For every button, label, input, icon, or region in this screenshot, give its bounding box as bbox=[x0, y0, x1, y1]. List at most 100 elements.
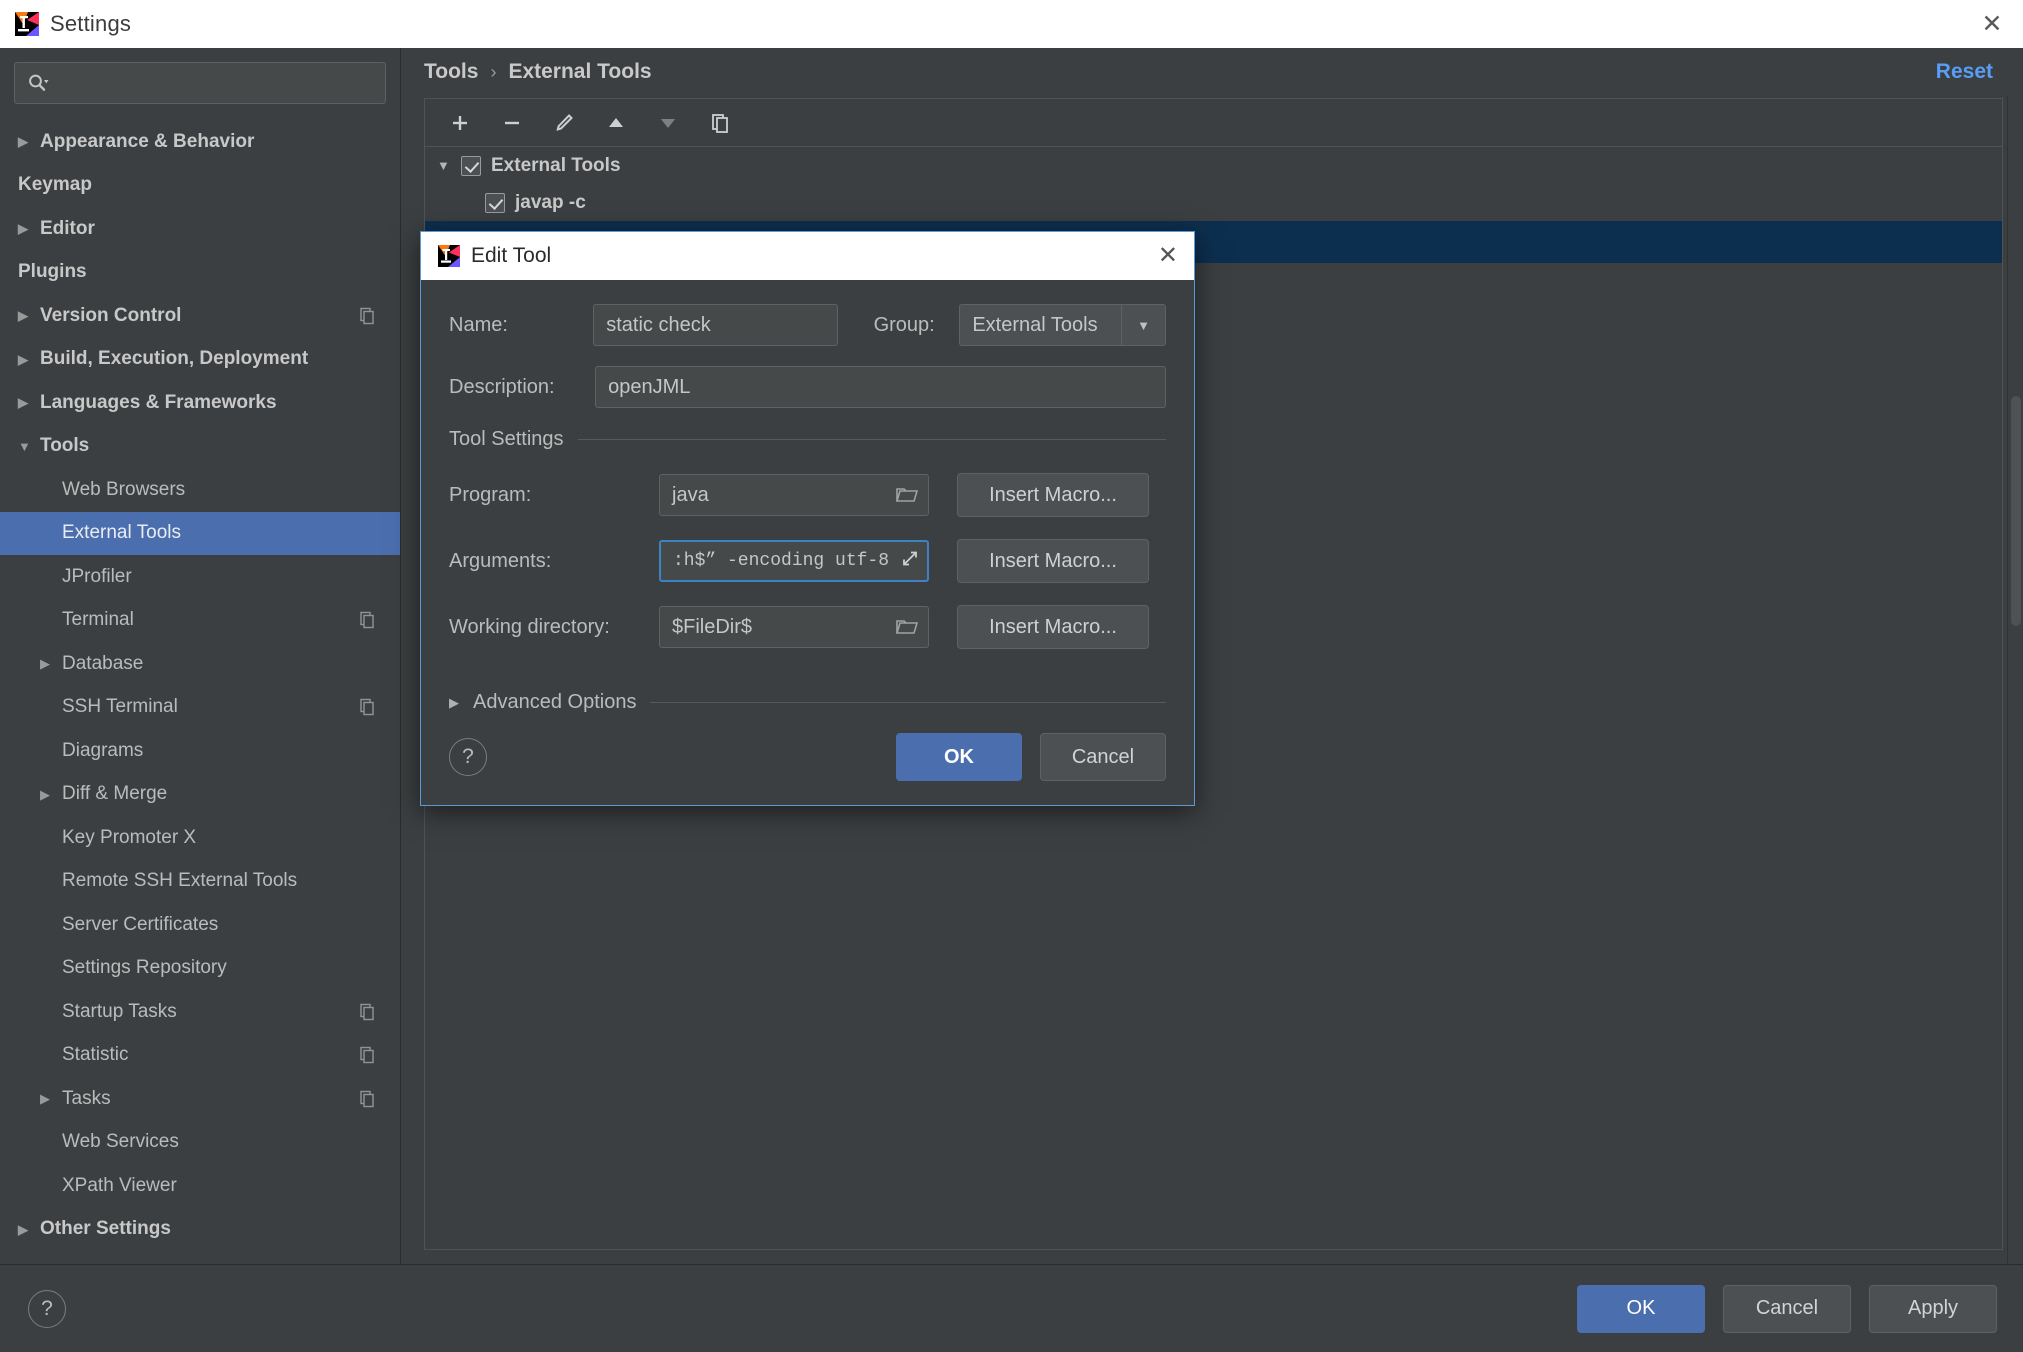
edit-tool-dialog: Edit Tool ✕ Name: static check Group: Ex… bbox=[420, 231, 1195, 806]
insert-macro-arguments-button[interactable]: Insert Macro... bbox=[957, 539, 1149, 583]
dialog-title: Edit Tool bbox=[471, 244, 552, 267]
search-box[interactable] bbox=[14, 62, 386, 104]
sidebar-item-startup-tasks[interactable]: Startup Tasks bbox=[0, 990, 400, 1034]
arguments-input[interactable]: :h$” -encoding utf-8 bbox=[659, 540, 929, 582]
sidebar-item-label: Plugins bbox=[18, 261, 87, 283]
sidebar-item-key-promoter-x[interactable]: Key Promoter X bbox=[0, 816, 400, 860]
sidebar-item-version-control[interactable]: ▶ Version Control bbox=[0, 294, 400, 338]
sidebar-item-label: Web Services bbox=[62, 1131, 179, 1153]
chevron-right-icon[interactable]: ▶ bbox=[18, 222, 40, 235]
sidebar-item-jprofiler[interactable]: JProfiler bbox=[0, 555, 400, 599]
program-input[interactable]: java bbox=[659, 474, 929, 516]
sidebar-item-label: Other Settings bbox=[40, 1218, 171, 1240]
sidebar-item-tools[interactable]: ▼ Tools bbox=[0, 425, 400, 469]
breadcrumb-root[interactable]: Tools bbox=[424, 60, 478, 84]
chevron-down-icon[interactable]: ▼ bbox=[437, 158, 461, 173]
sidebar-item-label: Startup Tasks bbox=[62, 1000, 177, 1022]
sidebar-item-label: Remote SSH External Tools bbox=[62, 870, 298, 892]
window-title: Settings bbox=[50, 11, 132, 36]
folder-icon[interactable] bbox=[895, 618, 919, 636]
search-input[interactable] bbox=[49, 73, 385, 93]
sidebar-item-plugins[interactable]: Plugins bbox=[0, 251, 400, 295]
sidebar-item-appearance-behavior[interactable]: ▶ Appearance & Behavior bbox=[0, 120, 400, 164]
expand-icon[interactable] bbox=[901, 550, 919, 573]
sidebar-item-web-services[interactable]: Web Services bbox=[0, 1121, 400, 1165]
chevron-right-icon[interactable]: ▶ bbox=[18, 135, 40, 148]
dialog-help-button[interactable]: ? bbox=[449, 738, 487, 776]
chevron-down-icon[interactable]: ▼ bbox=[18, 440, 40, 453]
remove-button[interactable] bbox=[491, 104, 533, 142]
sidebar-item-ssh-terminal[interactable]: SSH Terminal bbox=[0, 686, 400, 730]
tool-item-checkbox[interactable] bbox=[485, 192, 505, 213]
arguments-value: :h$” -encoding utf-8 bbox=[673, 551, 890, 571]
dialog-ok-button[interactable]: OK bbox=[896, 733, 1022, 781]
group-select[interactable]: External Tools ▼ bbox=[959, 304, 1166, 346]
sidebar-item-diagrams[interactable]: Diagrams bbox=[0, 729, 400, 773]
sidebar-item-label: Settings Repository bbox=[62, 957, 227, 979]
sidebar-item-terminal[interactable]: Terminal bbox=[0, 599, 400, 643]
chevron-right-icon[interactable]: ▶ bbox=[18, 309, 40, 322]
intellij-logo-icon bbox=[14, 11, 40, 37]
sidebar-item-settings-repository[interactable]: Settings Repository bbox=[0, 947, 400, 991]
arguments-label: Arguments: bbox=[449, 549, 552, 572]
sidebar-item-remote-ssh-external-tools[interactable]: Remote SSH External Tools bbox=[0, 860, 400, 904]
reset-link[interactable]: Reset bbox=[1936, 60, 1993, 84]
name-input[interactable]: static check bbox=[593, 304, 838, 346]
chevron-right-icon[interactable]: ▶ bbox=[18, 1223, 40, 1236]
sidebar-item-build-execution-deployment[interactable]: ▶ Build, Execution, Deployment bbox=[0, 338, 400, 382]
vertical-scrollbar[interactable] bbox=[2007, 96, 2023, 1312]
chevron-right-icon[interactable]: ▶ bbox=[40, 657, 62, 670]
breadcrumb-current: External Tools bbox=[508, 60, 652, 83]
sidebar-item-languages-frameworks[interactable]: ▶ Languages & Frameworks bbox=[0, 381, 400, 425]
dialog-cancel-button[interactable]: Cancel bbox=[1040, 733, 1166, 781]
description-input[interactable]: openJML bbox=[595, 366, 1166, 408]
tools-group-row[interactable]: ▼ External Tools bbox=[425, 147, 2002, 184]
sidebar-item-server-certificates[interactable]: Server Certificates bbox=[0, 903, 400, 947]
sidebar-item-statistic[interactable]: Statistic bbox=[0, 1034, 400, 1078]
settings-sidebar: ▶ Appearance & Behavior Keymap ▶ Editor Plugi… bbox=[0, 48, 401, 1264]
insert-macro-program-button[interactable]: Insert Macro... bbox=[957, 473, 1149, 517]
breadcrumb-separator-icon: › bbox=[490, 61, 497, 82]
move-down-button[interactable] bbox=[647, 104, 689, 142]
add-button[interactable] bbox=[439, 104, 481, 142]
description-label: Description: bbox=[449, 375, 555, 398]
sidebar-item-xpath-viewer[interactable]: XPath Viewer bbox=[0, 1164, 400, 1208]
copy-icon[interactable] bbox=[699, 104, 741, 142]
divider bbox=[650, 702, 1166, 703]
working-directory-label: Working directory: bbox=[449, 615, 610, 638]
working-directory-value: $FileDir$ bbox=[672, 615, 753, 638]
sidebar-item-keymap[interactable]: Keymap bbox=[0, 164, 400, 208]
scrollbar-thumb[interactable] bbox=[2011, 396, 2021, 626]
settings-nav-tree: ▶ Appearance & Behavior Keymap ▶ Editor Plugi… bbox=[0, 120, 400, 1251]
footer-buttons: OK Cancel Apply bbox=[1577, 1284, 1997, 1333]
tools-group-checkbox[interactable] bbox=[461, 155, 481, 176]
folder-icon[interactable] bbox=[895, 486, 919, 504]
sidebar-item-label: XPath Viewer bbox=[62, 1174, 177, 1196]
sidebar-item-editor[interactable]: ▶ Editor bbox=[0, 207, 400, 251]
copy-icon bbox=[359, 612, 376, 629]
edit-pencil-icon[interactable] bbox=[543, 104, 585, 142]
sidebar-item-web-browsers[interactable]: Web Browsers bbox=[0, 468, 400, 512]
close-icon[interactable]: ✕ bbox=[1961, 0, 2023, 48]
sidebar-item-tasks[interactable]: ▶ Tasks bbox=[0, 1077, 400, 1121]
apply-button[interactable]: Apply bbox=[1869, 1284, 1997, 1333]
chevron-right-icon[interactable]: ▶ bbox=[18, 353, 40, 366]
sidebar-item-label: Key Promoter X bbox=[62, 826, 197, 848]
help-button[interactable]: ? bbox=[28, 1289, 66, 1328]
insert-macro-working-directory-button[interactable]: Insert Macro... bbox=[957, 605, 1149, 649]
chevron-right-icon[interactable]: ▶ bbox=[18, 396, 40, 409]
cancel-button[interactable]: Cancel bbox=[1723, 1284, 1851, 1333]
group-selected-value: External Tools bbox=[972, 313, 1098, 336]
chevron-down-icon[interactable]: ▼ bbox=[1121, 305, 1165, 345]
sidebar-item-other-settings[interactable]: ▶ Other Settings bbox=[0, 1208, 400, 1252]
move-up-button[interactable] bbox=[595, 104, 637, 142]
ok-button[interactable]: OK bbox=[1577, 1284, 1705, 1333]
chevron-right-icon[interactable]: ▶ bbox=[40, 1092, 62, 1105]
sidebar-item-database[interactable]: ▶ Database bbox=[0, 642, 400, 686]
close-icon[interactable]: ✕ bbox=[1158, 244, 1178, 268]
chevron-right-icon[interactable]: ▶ bbox=[40, 788, 62, 801]
sidebar-item-external-tools[interactable]: External Tools bbox=[0, 511, 400, 555]
working-directory-input[interactable]: $FileDir$ bbox=[659, 606, 929, 648]
sidebar-item-diff-merge[interactable]: ▶ Diff & Merge bbox=[0, 773, 400, 817]
tool-item-row[interactable]: javap -c bbox=[425, 184, 2002, 221]
